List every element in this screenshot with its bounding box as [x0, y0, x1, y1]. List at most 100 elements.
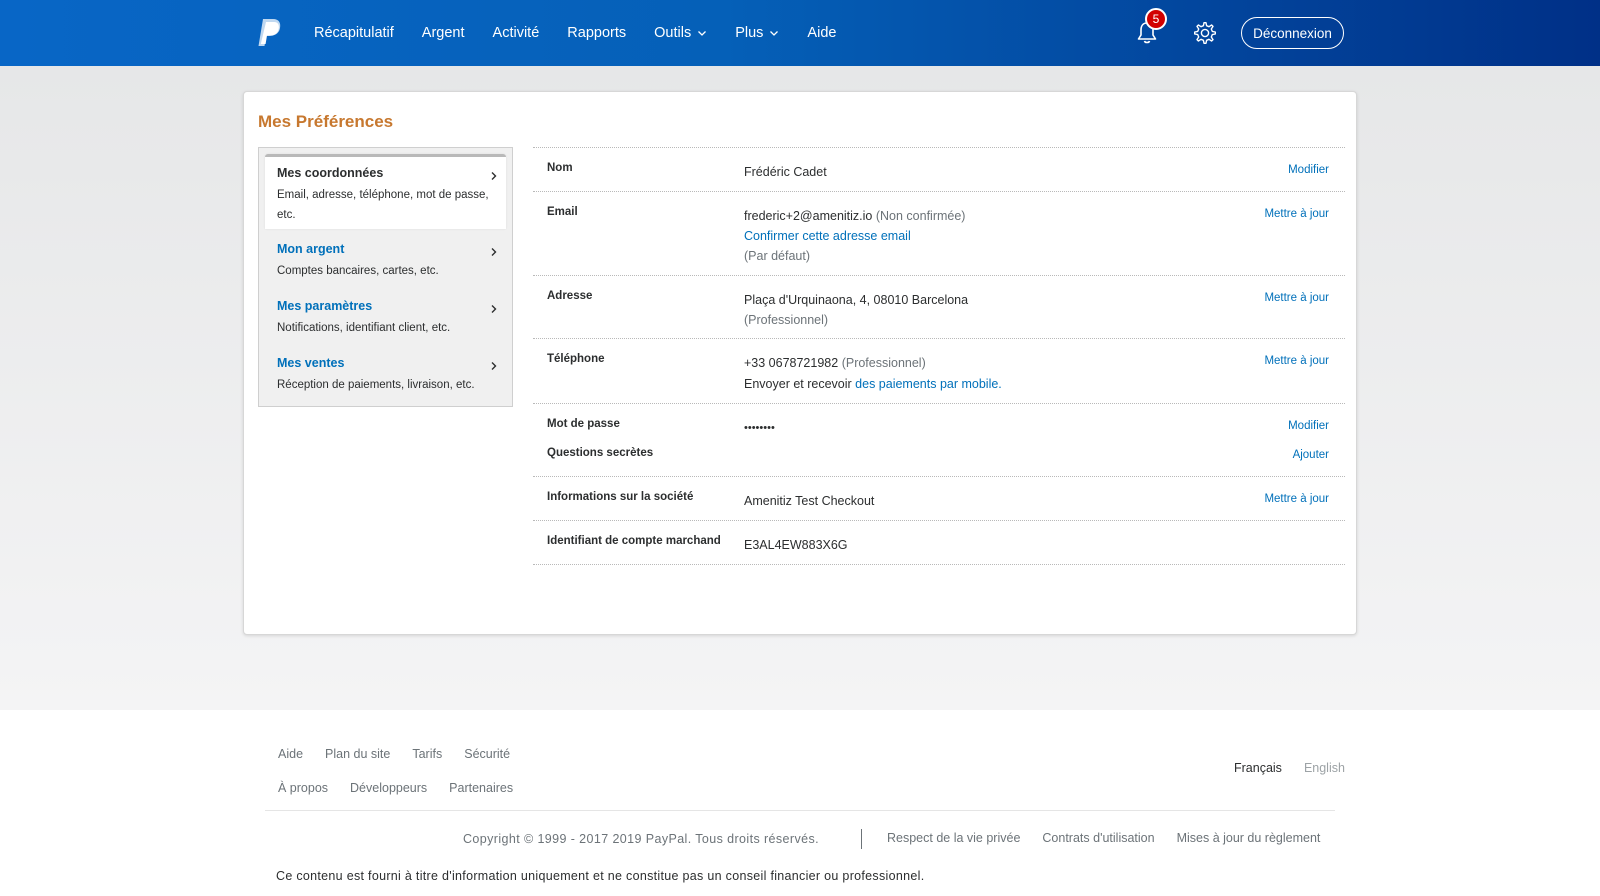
row-label: Identifiant de compte marchand [547, 535, 721, 547]
nav-label: Plus [735, 25, 764, 41]
row-label: Adresse [547, 290, 593, 302]
update-address-link[interactable]: Mettre à jour [1264, 292, 1329, 304]
language-switcher: Français English [1212, 761, 1345, 775]
email-value-block: frederic+2@amenitiz.io (Non confirmée) C… [744, 206, 965, 266]
sidebar-item-title: Mes coordonnées [277, 166, 384, 180]
paypal-logo[interactable] [256, 18, 282, 48]
nav-label: Aide [807, 25, 837, 41]
gear-icon[interactable] [1192, 20, 1218, 46]
modify-name-link[interactable]: Modifier [1288, 164, 1329, 176]
footer-links-row1: Aide Plan du site Tarifs Sécurité [278, 747, 532, 761]
sidebar-item-desc: Réception de paiements, livraison, etc. [277, 379, 475, 391]
footer-link-developpeurs[interactable]: Développeurs [350, 781, 427, 795]
phone-value-block: +33 0678721982 (Professionnel) Envoyer e… [744, 353, 1002, 394]
password-value: •••••••• [744, 422, 775, 434]
update-company-link[interactable]: Mettre à jour [1264, 493, 1329, 505]
footer-link-plan[interactable]: Plan du site [325, 747, 390, 761]
phone-value: +33 0678721982 [744, 356, 839, 370]
preferences-card: Mes Préférences Mes coordonnées Email, a… [243, 91, 1357, 635]
chevron-down-icon [770, 31, 779, 36]
chevron-down-icon [698, 31, 707, 36]
footer-link-securite[interactable]: Sécurité [464, 747, 510, 761]
sidebar-item-desc: Email, adresse, téléphone, mot de passe,… [277, 189, 489, 221]
modify-password-link[interactable]: Modifier [1288, 420, 1329, 432]
add-security-questions-link[interactable]: Ajouter [1293, 449, 1329, 461]
row-label: Téléphone [547, 353, 605, 365]
sidebar-item-parametres[interactable]: Mes paramètres Notifications, identifian… [265, 290, 506, 347]
row-telephone: Téléphone +33 0678721982 (Professionnel)… [533, 339, 1345, 404]
phone-type: (Professionnel) [841, 356, 926, 370]
copyright-text: Copyright © 1999 - 2017 2019 PayPal. Tou… [463, 832, 819, 846]
main-nav: Récapitulatif Argent Activité Rapports O… [300, 0, 850, 66]
name-value: Frédéric Cadet [744, 165, 827, 179]
chevron-right-icon [491, 362, 497, 370]
mobile-text: Envoyer et recevoir [744, 377, 852, 391]
merchant-id-value: E3AL4EW883X6G [744, 538, 848, 552]
row-adresse: Adresse Plaça d'Urquinaona, 4, 08010 Bar… [533, 276, 1345, 339]
row-societe: Informations sur la société Amenitiz Tes… [533, 477, 1345, 521]
email-default-note: (Par défaut) [744, 249, 811, 263]
nav-label: Rapports [567, 25, 627, 41]
legal-link-policy-updates[interactable]: Mises à jour du règlement [1177, 831, 1321, 845]
mobile-payments-link[interactable]: des paiements par mobile. [855, 377, 1002, 391]
row-email: Email frederic+2@amenitiz.io (Non confir… [533, 192, 1345, 276]
row-label: Informations sur la société [547, 491, 694, 503]
footer-link-apropos[interactable]: À propos [278, 781, 328, 795]
nav-outils[interactable]: Outils [640, 0, 721, 66]
top-navigation-bar: Récapitulatif Argent Activité Rapports O… [0, 0, 1600, 66]
legal-link-privacy[interactable]: Respect de la vie privée [887, 831, 1020, 845]
address-value-block: Plaça d'Urquinaona, 4, 08010 Barcelona (… [744, 290, 968, 330]
sidebar-item-title: Mes ventes [277, 356, 345, 370]
preferences-sidebar: Mes coordonnées Email, adresse, téléphon… [258, 147, 513, 407]
email-value: frederic+2@amenitiz.io [744, 209, 873, 223]
notification-badge[interactable]: 5 [1145, 8, 1167, 30]
nav-label: Argent [421, 25, 465, 41]
chevron-right-icon [491, 248, 497, 256]
row-label: Email [547, 206, 578, 218]
row-nom: Nom Frédéric Cadet Modifier [533, 148, 1345, 192]
footer-link-partenaires[interactable]: Partenaires [449, 781, 513, 795]
footer-links-row2: À propos Développeurs Partenaires [278, 781, 535, 795]
nav-label: Activité [492, 25, 540, 41]
row-label: Nom [547, 162, 573, 174]
language-francais[interactable]: Français [1234, 761, 1282, 775]
footer-divider [265, 810, 1335, 811]
sidebar-item-title: Mon argent [277, 242, 345, 256]
page-title: Mes Préférences [258, 112, 394, 131]
sidebar-item-coordonnees[interactable]: Mes coordonnées Email, adresse, téléphon… [265, 154, 506, 229]
nav-plus[interactable]: Plus [721, 0, 793, 66]
sidebar-item-desc: Comptes bancaires, cartes, etc. [277, 265, 439, 277]
nav-label: Récapitulatif [314, 25, 394, 41]
language-english[interactable]: English [1304, 761, 1345, 775]
row-label: Mot de passe [547, 418, 620, 430]
footer-link-aide[interactable]: Aide [278, 747, 303, 761]
disclaimer-text: Ce contenu est fourni à titre d'informat… [276, 869, 925, 883]
logout-button[interactable]: Déconnexion [1241, 17, 1344, 49]
nav-rapports[interactable]: Rapports [553, 0, 640, 66]
nav-argent[interactable]: Argent [408, 0, 479, 66]
chevron-right-icon [491, 305, 497, 313]
row-marchand: Identifiant de compte marchand E3AL4EW88… [533, 521, 1345, 565]
address-type: (Professionnel) [744, 313, 829, 327]
company-value: Amenitiz Test Checkout [744, 494, 875, 508]
chevron-right-icon [491, 172, 497, 180]
row-label: Questions secrètes [547, 447, 654, 459]
confirm-email-link[interactable]: Confirmer cette adresse email [744, 229, 911, 243]
legal-links: Respect de la vie privée Contrats d'util… [887, 831, 1342, 845]
email-status: (Non confirmée) [875, 209, 966, 223]
nav-recapitulatif[interactable]: Récapitulatif [300, 0, 408, 66]
legal-link-terms[interactable]: Contrats d'utilisation [1042, 831, 1154, 845]
footer-link-tarifs[interactable]: Tarifs [412, 747, 442, 761]
nav-label: Outils [654, 25, 692, 41]
sidebar-item-desc: Notifications, identifiant client, etc. [277, 322, 451, 334]
sidebar-item-title: Mes paramètres [277, 299, 373, 313]
update-email-link[interactable]: Mettre à jour [1264, 208, 1329, 220]
address-value: Plaça d'Urquinaona, 4, 08010 Barcelona [744, 293, 969, 307]
sidebar-item-ventes[interactable]: Mes ventes Réception de paiements, livra… [265, 347, 506, 404]
update-phone-link[interactable]: Mettre à jour [1264, 355, 1329, 367]
nav-aide[interactable]: Aide [793, 0, 850, 66]
sidebar-item-argent[interactable]: Mon argent Comptes bancaires, cartes, et… [265, 233, 506, 290]
nav-activite[interactable]: Activité [479, 0, 554, 66]
row-security: Mot de passe •••••••• Modifier Questions… [533, 404, 1345, 477]
footer-separator [861, 829, 862, 849]
